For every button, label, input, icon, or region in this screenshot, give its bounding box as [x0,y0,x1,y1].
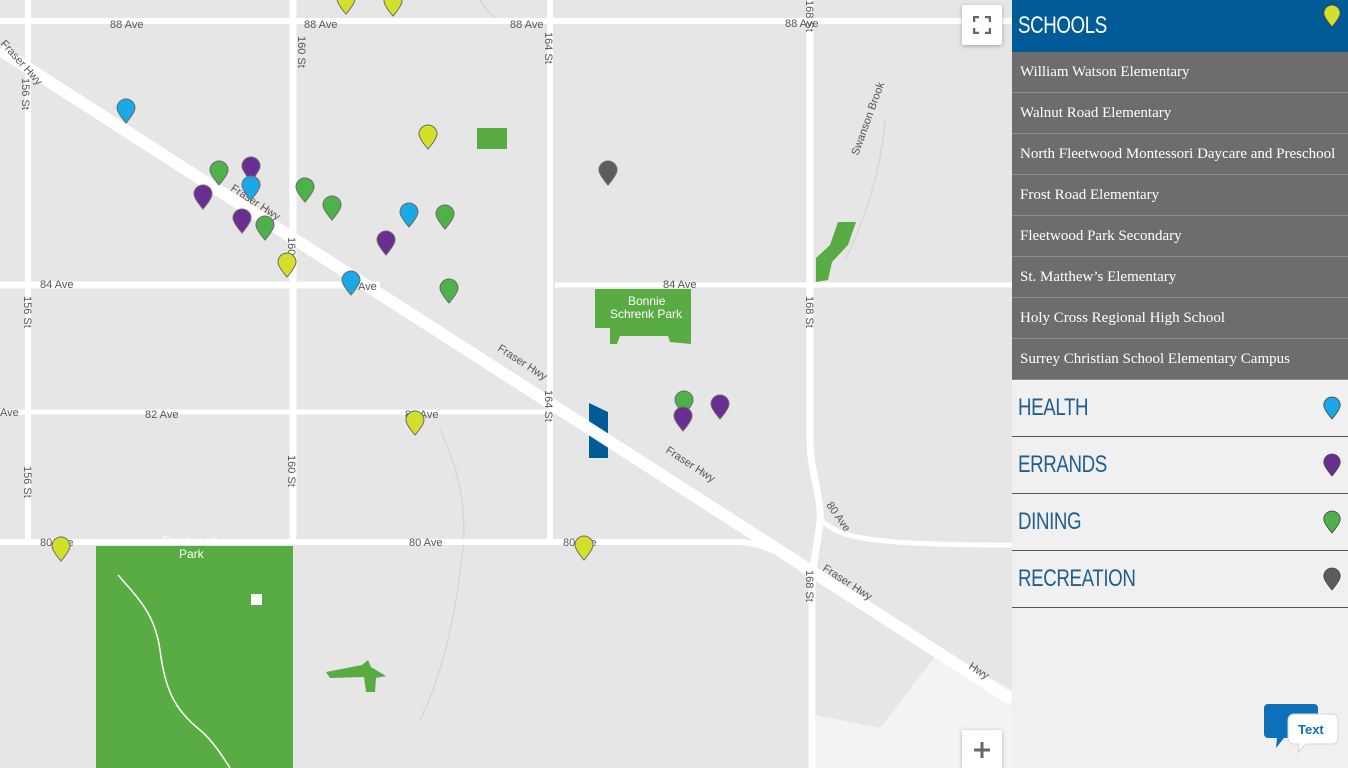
category-dining-header[interactable]: DINING [1012,494,1348,551]
svg-text:Fleetwood: Fleetwood [162,534,217,548]
svg-text:168 St: 168 St [803,570,815,602]
list-item[interactable]: William Watson Elementary [1012,52,1348,93]
map-marker-errands[interactable] [672,406,694,432]
category-schools-label: SCHOOLS [1018,12,1107,39]
map-marker-dining[interactable] [438,278,460,304]
map-base: 88 Ave 88 Ave 88 Ave 88 Ave 84 Ave Ave 8… [0,0,1012,768]
svg-text:164 St: 164 St [542,32,554,64]
svg-text:156 St: 156 St [19,78,31,110]
list-item[interactable]: North Fleetwood Montessori Daycare and P… [1012,134,1348,175]
category-health-header[interactable]: HEALTH [1012,380,1348,437]
svg-text:80 Ave: 80 Ave [409,537,442,549]
errands-marker-icon [1323,453,1341,477]
recreation-marker-icon [1323,567,1341,591]
svg-text:160 St: 160 St [295,36,307,68]
svg-text:Ave: Ave [0,407,19,419]
category-health-label: HEALTH [1018,394,1089,421]
map-marker-errands[interactable] [231,208,253,234]
fullscreen-button[interactable] [962,5,1002,45]
map-marker-dining[interactable] [208,160,230,186]
svg-text:160 St: 160 St [285,455,297,487]
map-marker-errands[interactable] [709,394,731,420]
text-chat-button[interactable]: Text [1262,700,1342,761]
svg-text:Park: Park [179,547,205,561]
map-marker-health[interactable] [240,175,262,201]
map-marker-health[interactable] [340,270,362,296]
svg-text:168 St: 168 St [803,296,815,328]
svg-text:156 St: 156 St [21,296,33,328]
map-marker-dining[interactable] [321,195,343,221]
category-recreation-label: RECREATION [1018,565,1136,592]
svg-text:164 St: 164 St [542,390,554,422]
map-marker-health[interactable] [398,202,420,228]
map-marker-school[interactable] [404,410,426,436]
map-marker-school[interactable] [573,535,595,561]
map-marker-school[interactable] [50,536,72,562]
category-dining-label: DINING [1018,508,1082,535]
svg-text:88 Ave: 88 Ave [110,19,143,31]
svg-text:84 Ave: 84 Ave [663,279,696,291]
list-item[interactable]: Fleetwood Park Secondary [1012,216,1348,257]
category-errands-header[interactable]: ERRANDS [1012,437,1348,494]
svg-text:Bonnie: Bonnie [628,294,666,308]
category-recreation-header[interactable]: RECREATION [1012,551,1348,608]
dining-marker-icon [1323,510,1341,534]
svg-text:84 Ave: 84 Ave [40,279,73,291]
svg-text:88 Ave: 88 Ave [510,19,543,31]
health-marker-icon [1323,396,1341,420]
map-marker-errands[interactable] [375,230,397,256]
list-item[interactable]: Frost Road Elementary [1012,175,1348,216]
map-marker-health[interactable] [115,98,137,124]
svg-text:82 Ave: 82 Ave [145,409,178,421]
fleetwood-park [96,546,293,768]
category-schools-header[interactable]: SCHOOLS [1012,0,1348,52]
svg-text:156 St: 156 St [21,466,33,498]
map-marker-dining[interactable] [434,204,456,230]
map-marker-school[interactable] [276,252,298,278]
map-marker-recreation[interactable] [597,160,619,186]
map-marker-dining[interactable] [254,215,276,241]
svg-text:168 St: 168 St [803,0,815,32]
zoom-in-button[interactable] [962,730,1002,768]
list-item[interactable]: Walnut Road Elementary [1012,93,1348,134]
plus-icon [974,742,990,758]
category-errands-label: ERRANDS [1018,451,1107,478]
chat-label: Text [1298,722,1324,737]
map-marker-school[interactable] [335,0,357,15]
category-panel: SCHOOLS William Watson Elementary Walnut… [1012,0,1348,768]
map-marker-errands[interactable] [192,184,214,210]
fullscreen-icon [973,16,991,34]
list-item[interactable]: Holy Cross Regional High School [1012,298,1348,339]
svg-text:Schrenk Park: Schrenk Park [610,307,683,321]
map-marker-school[interactable] [382,0,404,17]
school-marker-icon [1323,4,1341,28]
map-marker-school[interactable] [417,124,439,150]
svg-text:88 Ave: 88 Ave [304,19,337,31]
list-item[interactable]: St. Matthew’s Elementary [1012,257,1348,298]
schools-list: William Watson Elementary Walnut Road El… [1012,52,1348,380]
list-item[interactable]: Surrey Christian School Elementary Campu… [1012,339,1348,380]
map-marker-dining[interactable] [294,177,316,203]
map-view[interactable]: 88 Ave 88 Ave 88 Ave 88 Ave 84 Ave Ave 8… [0,0,1012,768]
